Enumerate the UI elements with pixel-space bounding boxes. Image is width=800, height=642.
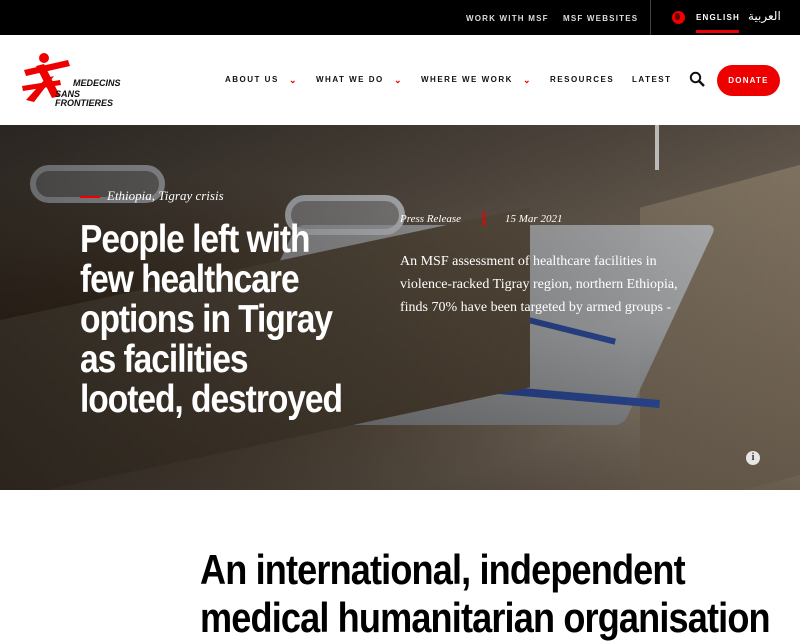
hero-tag[interactable]: Ethiopia, Tigray crisis: [107, 188, 224, 204]
main-nav: MEDECINS SANS FRONTIERES ABOUT US ⌄ WHAT…: [0, 35, 800, 125]
active-language-indicator: [696, 30, 739, 33]
hero-summary: An MSF assessment of healthcare faciliti…: [400, 254, 678, 315]
work-with-msf-link[interactable]: WORK WITH MSF: [466, 14, 549, 23]
msf-logo[interactable]: MEDECINS SANS FRONTIERES: [20, 52, 140, 108]
divider: [650, 0, 651, 35]
article-date: 15 Mar 2021: [505, 213, 563, 225]
meta-separator: [483, 211, 485, 226]
intro-line1: An international, independent: [200, 546, 686, 593]
donate-button[interactable]: DONATE: [717, 65, 780, 96]
intro-heading: An international, independent medical hu…: [200, 546, 771, 642]
chevron-down-icon[interactable]: ⌄: [394, 75, 402, 86]
language-arabic[interactable]: العربية: [748, 9, 781, 23]
globe-icon: [672, 11, 685, 24]
article-type: Press Release: [400, 213, 461, 225]
logo-text-line2: SANS FRONTIERES: [55, 89, 114, 108]
nav-about-us[interactable]: ABOUT US: [225, 75, 279, 84]
nav-resources[interactable]: RESOURCES: [550, 75, 614, 84]
hero-title[interactable]: People left with few healthcare options …: [80, 220, 347, 420]
search-icon[interactable]: [689, 71, 705, 87]
tag-accent-line: [80, 196, 100, 198]
utility-bar: WORK WITH MSF MSF WEBSITES ENGLISH العرب…: [0, 0, 800, 35]
msf-websites-link[interactable]: MSF WEBSITES: [563, 14, 638, 23]
language-english[interactable]: ENGLISH: [696, 13, 740, 22]
intro-line2: medical humanitarian organisation: [200, 594, 771, 641]
nav-where-we-work[interactable]: WHERE WE WORK: [421, 75, 513, 84]
nav-what-we-do[interactable]: WHAT WE DO: [316, 75, 384, 84]
chevron-down-icon[interactable]: ⌄: [523, 75, 531, 86]
info-icon[interactable]: i: [746, 451, 760, 465]
logo-text-line1: MEDECINS: [73, 78, 121, 88]
chevron-down-icon[interactable]: ⌄: [289, 75, 297, 86]
nav-latest[interactable]: LATEST: [632, 75, 672, 84]
hero-banner[interactable]: Ethiopia, Tigray crisis People left with…: [0, 125, 800, 490]
